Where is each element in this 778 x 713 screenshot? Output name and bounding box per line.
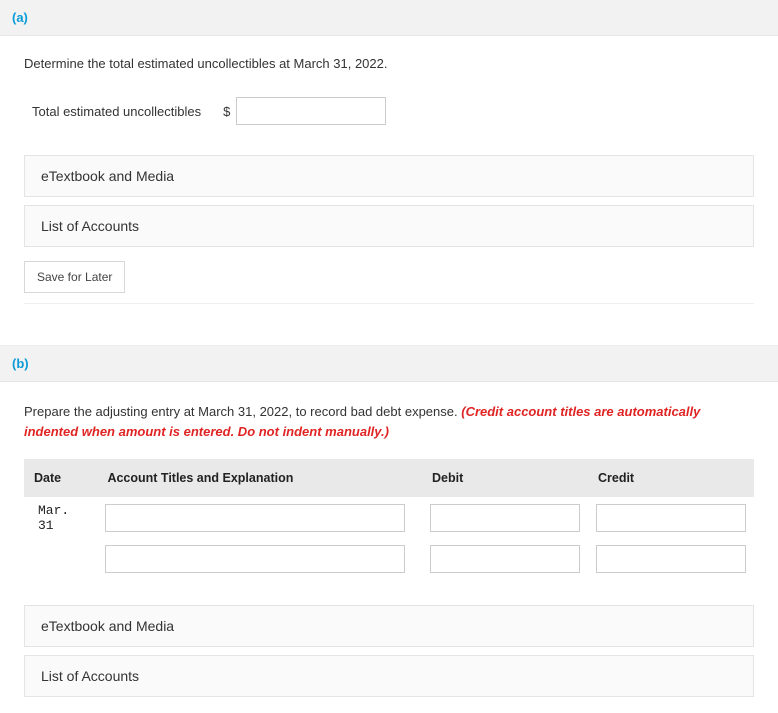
save-for-later-button[interactable]: Save for Later <box>24 261 125 293</box>
col-header-account: Account Titles and Explanation <box>97 459 422 497</box>
part-b-body: Prepare the adjusting entry at March 31,… <box>0 382 778 713</box>
part-b-instruction: Prepare the adjusting entry at March 31,… <box>24 402 754 441</box>
etextbook-media-panel[interactable]: eTextbook and Media <box>24 155 754 197</box>
part-b-header: (b) <box>0 346 778 382</box>
part-a-body: Determine the total estimated uncollecti… <box>0 36 778 320</box>
credit-input[interactable] <box>596 545 746 573</box>
journal-table: Date Account Titles and Explanation Debi… <box>24 459 754 579</box>
section-divider <box>0 320 778 346</box>
uncollectibles-label: Total estimated uncollectibles <box>32 104 201 119</box>
part-a-instruction: Determine the total estimated uncollecti… <box>24 56 754 71</box>
journal-header-row: Date Account Titles and Explanation Debi… <box>24 459 754 497</box>
col-header-date: Date <box>24 459 97 497</box>
account-title-input[interactable] <box>105 545 405 573</box>
part-b-label: (b) <box>12 356 29 371</box>
col-header-credit: Credit <box>588 459 754 497</box>
uncollectibles-row: Total estimated uncollectibles $ <box>32 97 754 125</box>
currency-symbol: $ <box>223 104 230 119</box>
debit-input[interactable] <box>430 504 580 532</box>
part-a-footer: Save for Later <box>24 255 754 304</box>
account-title-input[interactable] <box>105 504 405 532</box>
list-of-accounts-panel[interactable]: List of Accounts <box>24 205 754 247</box>
part-a: (a) Determine the total estimated uncoll… <box>0 0 778 320</box>
list-of-accounts-panel[interactable]: List of Accounts <box>24 655 754 697</box>
part-b: (b) Prepare the adjusting entry at March… <box>0 346 778 713</box>
journal-row: Mar. 31 <box>24 497 754 539</box>
journal-row <box>24 539 754 579</box>
part-a-header: (a) <box>0 0 778 36</box>
credit-input[interactable] <box>596 504 746 532</box>
debit-input[interactable] <box>430 545 580 573</box>
journal-date-cell <box>24 539 97 579</box>
part-a-label: (a) <box>12 10 28 25</box>
uncollectibles-input[interactable] <box>236 97 386 125</box>
col-header-debit: Debit <box>422 459 588 497</box>
etextbook-media-panel[interactable]: eTextbook and Media <box>24 605 754 647</box>
journal-date-cell: Mar. 31 <box>24 497 97 539</box>
part-b-instruction-plain: Prepare the adjusting entry at March 31,… <box>24 404 461 419</box>
